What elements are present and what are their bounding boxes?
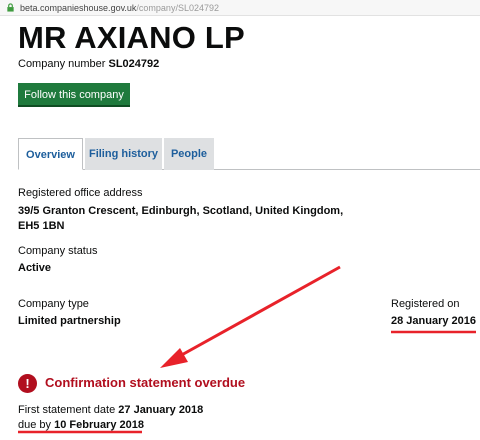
annotation-arrow-head	[160, 348, 188, 368]
annotation-overlay	[18, 265, 476, 434]
annotation-arrow-shaft	[177, 265, 341, 359]
